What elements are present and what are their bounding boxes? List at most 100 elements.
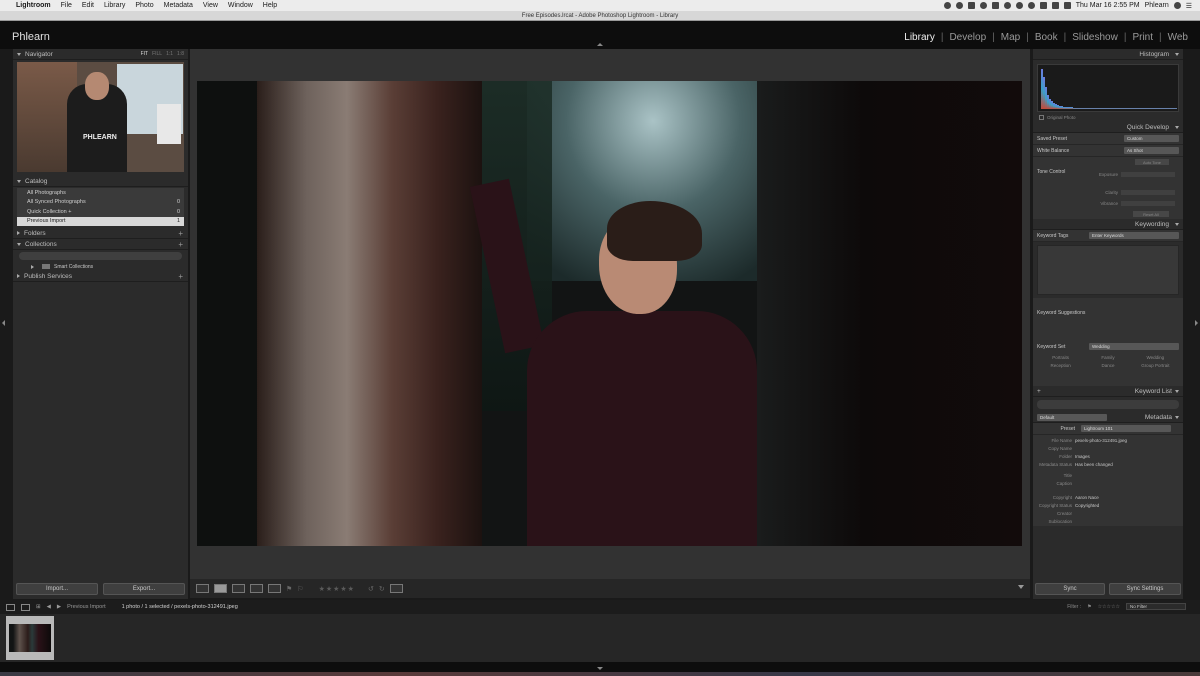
keyword-set-item[interactable]: Group Portrait <box>1132 363 1179 368</box>
catalog-header[interactable]: Catalog <box>13 176 188 187</box>
keyword-set-item[interactable]: Portraits <box>1037 355 1084 360</box>
star-rating[interactable]: ★★★★★ <box>319 585 355 593</box>
module-develop[interactable]: Develop <box>943 32 992 43</box>
volume-icon[interactable] <box>1051 2 1059 9</box>
histogram-header[interactable]: Histogram <box>1033 49 1183 60</box>
cloud-icon[interactable] <box>955 2 963 9</box>
quick-develop-header[interactable]: Quick Develop <box>1033 122 1183 133</box>
add-publish-service-icon[interactable]: + <box>178 272 183 281</box>
add-folder-icon[interactable]: + <box>178 229 183 238</box>
saved-preset-select[interactable]: Custom <box>1124 135 1179 142</box>
keyword-list-filter-input[interactable] <box>1037 400 1179 409</box>
menu-app[interactable]: Lightroom <box>16 2 51 9</box>
catalog-item-quick-collection[interactable]: Quick Collection + 0 <box>17 207 184 217</box>
bluetooth-icon[interactable] <box>1015 2 1023 9</box>
sync-button[interactable]: Sync <box>1035 583 1105 595</box>
auto-tone-button[interactable]: Auto Tone <box>1135 159 1169 165</box>
module-slideshow[interactable]: Slideshow <box>1066 32 1124 43</box>
keyword-tags-select[interactable]: Enter Keywords <box>1089 232 1179 239</box>
keyword-set-item[interactable]: Wedding <box>1132 355 1179 360</box>
crop-overlay-icon[interactable] <box>389 584 403 593</box>
loupe-view-icon[interactable] <box>214 584 227 593</box>
keyword-set-item[interactable]: Dance <box>1084 363 1131 368</box>
zoom-fill[interactable]: FILL <box>152 51 162 57</box>
notification-center-icon[interactable]: ☰ <box>1186 2 1192 10</box>
filmstrip-thumbnail[interactable] <box>6 616 54 660</box>
reject-flag-icon[interactable]: ⚐ <box>297 585 303 593</box>
keyword-entry-box[interactable] <box>1037 245 1179 295</box>
collapse-top-panel-icon[interactable] <box>597 43 603 46</box>
keyword-set-item[interactable]: Family <box>1084 355 1131 360</box>
siri-icon[interactable] <box>1173 2 1181 9</box>
keyword-set-item[interactable]: Reception <box>1037 363 1084 368</box>
menu-file[interactable]: File <box>61 2 72 9</box>
export-button[interactable]: Export... <box>103 583 185 595</box>
module-web[interactable]: Web <box>1162 32 1194 43</box>
smart-collections-item[interactable]: Smart Collections <box>13 262 188 271</box>
menu-view[interactable]: View <box>203 2 218 9</box>
filmstrip-source[interactable]: Previous Import <box>67 604 106 610</box>
add-collection-icon[interactable]: + <box>178 240 183 249</box>
toolbar-content-dropdown-icon[interactable] <box>1018 585 1024 589</box>
rotate-right-icon[interactable]: ↻ <box>379 585 385 593</box>
collections-header[interactable]: Collections + <box>13 239 188 250</box>
zoom-fit[interactable]: FIT <box>141 51 149 57</box>
menu-photo[interactable]: Photo <box>135 2 153 9</box>
rotate-left-icon[interactable]: ↺ <box>368 585 374 593</box>
compare-view-icon[interactable] <box>232 584 245 593</box>
zoom-1-1[interactable]: 1:1 <box>166 51 173 57</box>
filter-flag-icon[interactable]: ⚑ <box>1087 604 1091 610</box>
navigator-header[interactable]: Navigator FIT FILL 1:1 1:8 <box>13 49 188 60</box>
dropbox-icon[interactable] <box>967 2 975 9</box>
main-window-icon[interactable] <box>6 603 15 611</box>
catalog-item-all-photographs[interactable]: All Photographs <box>17 188 184 198</box>
notes-icon[interactable] <box>991 2 999 9</box>
metadata-preset-select[interactable]: Lightroom 101 <box>1081 425 1171 432</box>
screen-record-icon[interactable] <box>943 2 951 9</box>
module-book[interactable]: Book <box>1029 32 1064 43</box>
wifi-icon[interactable] <box>1027 2 1035 9</box>
module-map[interactable]: Map <box>995 32 1026 43</box>
reset-all-button[interactable]: Reset All <box>1133 211 1169 217</box>
keyword-list-header[interactable]: + Keyword List <box>1033 386 1183 397</box>
grid-icon[interactable]: ⊞ <box>36 604 41 610</box>
second-window-icon[interactable] <box>21 603 30 611</box>
catalog-item-all-synced[interactable]: All Synced Photographs 0 <box>17 197 184 207</box>
battery-icon[interactable] <box>1063 2 1071 9</box>
main-photo[interactable] <box>197 81 1022 546</box>
publish-services-header[interactable]: Publish Services + <box>13 271 188 282</box>
add-keyword-icon[interactable]: + <box>1037 388 1041 395</box>
survey-view-icon[interactable] <box>250 584 263 593</box>
zoom-1-8[interactable]: 1:8 <box>177 51 184 57</box>
import-button[interactable]: Import... <box>16 583 98 595</box>
original-photo-toggle[interactable]: Original Photo <box>1033 112 1183 122</box>
collapse-left-panel-icon[interactable] <box>2 320 5 326</box>
keywording-header[interactable]: Keywording <box>1033 219 1183 230</box>
folders-header[interactable]: Folders + <box>13 228 188 239</box>
metadata-value[interactable]: Copyrighted <box>1075 503 1179 508</box>
metadata-value[interactable]: pexels-photo-312491.jpeg <box>1075 438 1179 443</box>
module-print[interactable]: Print <box>1126 32 1159 43</box>
vibrance-stepper[interactable] <box>1121 200 1175 206</box>
collections-filter-input[interactable] <box>19 252 182 260</box>
user-menu[interactable]: Phlearn <box>1145 2 1169 9</box>
display-icon[interactable] <box>1039 2 1047 9</box>
people-view-icon[interactable] <box>268 584 281 593</box>
white-balance-select[interactable]: As Shot <box>1124 147 1179 154</box>
time-machine-icon[interactable] <box>1003 2 1011 9</box>
catalog-item-previous-import[interactable]: Previous Import 1 <box>17 216 184 226</box>
collapse-right-panel-icon[interactable] <box>1195 320 1198 326</box>
flag-icon[interactable]: ⚑ <box>286 585 292 593</box>
collapse-filmstrip-icon[interactable] <box>597 667 603 670</box>
clock[interactable]: Thu Mar 16 2:55 PM <box>1076 2 1140 9</box>
metadata-value[interactable]: Images <box>1075 454 1179 459</box>
filter-stars-icon[interactable]: ☆☆☆☆☆ <box>1098 604 1120 610</box>
menu-window[interactable]: Window <box>228 2 253 9</box>
module-library[interactable]: Library <box>898 32 941 43</box>
menu-library[interactable]: Library <box>104 2 125 9</box>
metadata-view-select[interactable]: Default <box>1037 413 1107 421</box>
sync-settings-button[interactable]: Sync Settings <box>1109 583 1181 595</box>
metadata-header[interactable]: Default Metadata <box>1033 412 1183 423</box>
menu-edit[interactable]: Edit <box>82 2 94 9</box>
metadata-value[interactable]: Aaron Nace <box>1075 495 1179 500</box>
